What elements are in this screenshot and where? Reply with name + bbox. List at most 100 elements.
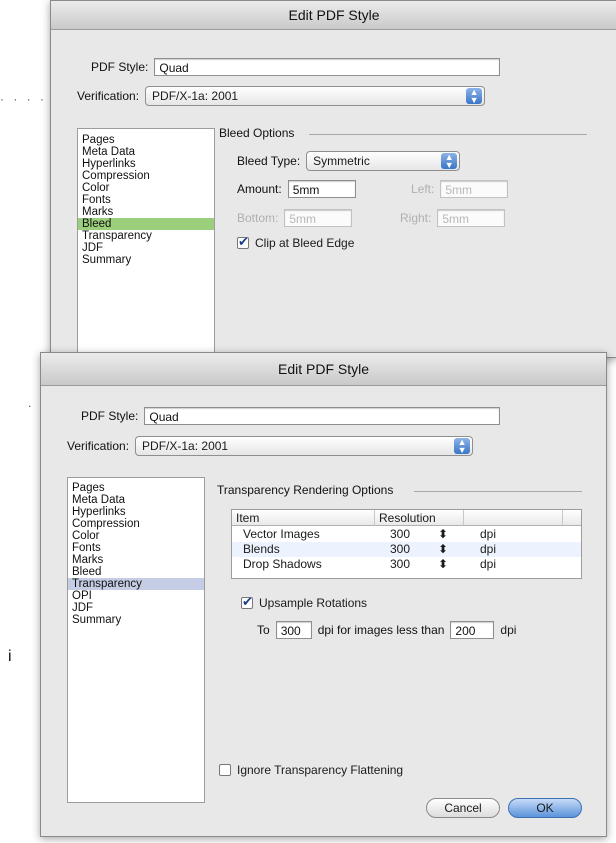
ignore-label: Ignore Transparency Flattening — [237, 763, 404, 777]
sidebar-item-compression[interactable]: Compression — [68, 518, 204, 530]
bleed-type-popup[interactable]: Symmetric ▲ ▼ — [306, 151, 461, 171]
row-unit: dpi — [480, 542, 497, 556]
sidebar-item-hyperlinks[interactable]: Hyperlinks — [78, 158, 214, 170]
sidebar-item-opi[interactable]: OPI — [68, 590, 204, 602]
left-row: Left: 5mm — [411, 180, 509, 198]
amount-row: Amount: 5mm — [237, 180, 356, 198]
sidebar-item-color[interactable]: Color — [78, 182, 214, 194]
verification-label: Verification: — [77, 89, 140, 103]
ok-button[interactable]: OK — [508, 798, 582, 818]
edit-pdf-style-dialog-bleed: Edit PDF Style PDF Style: Quad Verificat… — [50, 0, 616, 358]
upsample-threshold-row: To 300 dpi for images less than 200 dpi — [257, 621, 516, 639]
row-unit: dpi — [480, 557, 497, 571]
popup-arrows-icon: ▲ ▼ — [441, 153, 458, 170]
pdf-style-row: PDF Style: Quad — [81, 407, 501, 425]
table-row[interactable]: Drop Shadows 300 ⬍ dpi — [232, 557, 581, 572]
row-item: Drop Shadows — [243, 557, 322, 571]
verification-row: Verification: PDF/X-1a: 2001 ▲ ▼ — [67, 436, 474, 456]
group-divider — [309, 134, 587, 135]
table-header-item[interactable]: Item — [232, 510, 375, 526]
less-than-input[interactable]: 200 — [450, 621, 495, 639]
page-dots: · · · · — [0, 92, 47, 106]
row-resolution[interactable]: 300 — [390, 557, 410, 572]
verification-popup[interactable]: PDF/X-1a: 2001 ▲ ▼ — [145, 86, 486, 106]
left-input[interactable]: 5mm — [440, 180, 509, 198]
window-title: Edit PDF Style — [51, 1, 616, 30]
upsample-row: Upsample Rotations — [241, 594, 368, 610]
to-input[interactable]: 300 — [275, 621, 312, 639]
dpi-label: dpi — [500, 623, 517, 637]
row-resolution[interactable]: 300 — [390, 527, 410, 542]
sidebar-item-meta-data[interactable]: Meta Data — [78, 146, 214, 158]
sidebar-item-color[interactable]: Color — [68, 530, 204, 542]
ignore-checkbox[interactable] — [219, 764, 231, 776]
right-input[interactable]: 5mm — [437, 209, 506, 227]
sidebar-item-pages[interactable]: Pages — [68, 482, 204, 494]
clip-row: Clip at Bleed Edge — [237, 234, 355, 250]
sidebar-item-jdf[interactable]: JDF — [68, 602, 204, 614]
bleed-type-row: Bleed Type: Symmetric ▲ ▼ — [237, 151, 461, 171]
sidebar-item-transparency[interactable]: Transparency — [68, 578, 204, 590]
sidebar-item-fonts[interactable]: Fonts — [68, 542, 204, 554]
popup-arrows-icon: ▲ ▼ — [466, 88, 483, 105]
amount-label: Amount: — [237, 182, 282, 196]
edit-pdf-style-dialog-transparency: Edit PDF Style PDF Style: Quad Verificat… — [40, 352, 607, 837]
row-resolution[interactable]: 300 — [390, 542, 410, 557]
table-header-blank — [563, 510, 581, 526]
transparency-options-title: Transparency Rendering Options — [217, 483, 394, 497]
sidebar-item-summary[interactable]: Summary — [78, 254, 214, 266]
verification-popup[interactable]: PDF/X-1a: 2001 ▲ ▼ — [135, 436, 474, 456]
right-row: Right: 5mm — [400, 209, 506, 227]
sidebar-item-fonts[interactable]: Fonts — [78, 194, 214, 206]
pdf-style-input[interactable]: Quad — [154, 58, 501, 76]
pdf-style-label: PDF Style: — [91, 60, 149, 74]
table-header-resolution[interactable]: Resolution — [375, 510, 464, 526]
verification-value: PDF/X-1a: 2001 — [142, 439, 229, 453]
stepper-icon[interactable]: ⬍ — [438, 557, 448, 572]
upsample-checkbox[interactable] — [241, 594, 253, 610]
bleed-type-value: Symmetric — [313, 154, 370, 168]
stepper-icon[interactable]: ⬍ — [438, 542, 448, 557]
pdf-style-input[interactable]: Quad — [144, 407, 501, 425]
sidebar-item-marks[interactable]: Marks — [78, 206, 214, 218]
to-label: To — [257, 623, 270, 637]
transparency-table[interactable]: Item Resolution Vector Images 300 ⬍ dpi … — [231, 509, 582, 579]
verification-row: Verification: PDF/X-1a: 2001 ▲ ▼ — [77, 86, 486, 106]
page-dot: . — [28, 396, 32, 410]
table-row[interactable]: Vector Images 300 ⬍ dpi — [232, 527, 581, 542]
pdf-style-row: PDF Style: Quad — [91, 58, 501, 76]
window-title: Edit PDF Style — [41, 353, 606, 386]
dpi-for-label: dpi for images less than — [317, 623, 445, 637]
sidebar-item-meta-data[interactable]: Meta Data — [68, 494, 204, 506]
left-label: Left: — [411, 182, 435, 196]
sidebar-item-marks[interactable]: Marks — [68, 554, 204, 566]
row-item: Vector Images — [243, 527, 320, 541]
sidebar-item-bleed[interactable]: Bleed — [78, 218, 214, 230]
bottom-label: Bottom: — [237, 211, 279, 225]
pdf-style-label: PDF Style: — [81, 409, 139, 423]
sidebar-item-bleed[interactable]: Bleed — [68, 566, 204, 578]
stepper-icon[interactable]: ⬍ — [438, 527, 448, 542]
sidebar-item-hyperlinks[interactable]: Hyperlinks — [68, 506, 204, 518]
popup-arrows-icon: ▲ ▼ — [454, 438, 471, 455]
bleed-options-title: Bleed Options — [219, 126, 295, 140]
sidebar-item-compression[interactable]: Compression — [78, 170, 214, 182]
table-header-blank — [464, 510, 563, 526]
clip-checkbox[interactable] — [237, 234, 249, 250]
table-row[interactable]: Blends 300 ⬍ dpi — [232, 542, 581, 557]
sidebar-item-jdf[interactable]: JDF — [78, 242, 214, 254]
ignore-row: Ignore Transparency Flattening — [219, 763, 403, 777]
sidebar-item-transparency[interactable]: Transparency — [78, 230, 214, 242]
bleed-type-label: Bleed Type: — [237, 154, 301, 168]
upsample-label: Upsample Rotations — [259, 596, 368, 610]
category-list[interactable]: Pages Meta Data Hyperlinks Compression Color… — [67, 477, 205, 803]
amount-input[interactable]: 5mm — [287, 180, 356, 198]
sidebar-item-summary[interactable]: Summary — [68, 614, 204, 626]
cancel-button[interactable]: Cancel — [426, 798, 500, 818]
row-unit: dpi — [480, 527, 497, 541]
clip-label: Clip at Bleed Edge — [255, 236, 355, 250]
category-list[interactable]: Pages Meta Data Hyperlinks Compression Color… — [77, 128, 215, 357]
sidebar-item-pages[interactable]: Pages — [78, 134, 214, 146]
right-label: Right: — [400, 211, 432, 225]
bottom-input[interactable]: 5mm — [284, 209, 353, 227]
